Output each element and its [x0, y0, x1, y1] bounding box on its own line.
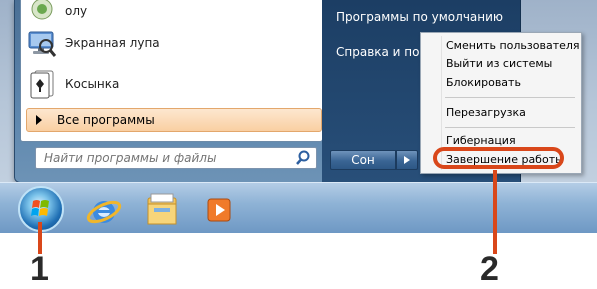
expand-arrow-icon: [36, 115, 42, 125]
windows-explorer-icon[interactable]: [140, 190, 184, 230]
all-programs-button[interactable]: Все программы: [26, 108, 322, 132]
start-menu-programs-pane: олу Экранная лупа Косынка Все программы: [20, 0, 323, 142]
search-input[interactable]: [42, 150, 276, 166]
callout-number-2: 2: [480, 250, 499, 288]
start-menu: олу Экранная лупа Косынка Все программы …: [14, 0, 336, 183]
callout-pointer-2: [493, 170, 497, 254]
shutdown-highlight-ring: [433, 147, 564, 169]
internet-explorer-icon[interactable]: [82, 190, 126, 230]
program-label: олу: [65, 4, 88, 18]
menu-item-restart[interactable]: Перезагрузка: [446, 106, 526, 119]
menu-item-switch-user[interactable]: Сменить пользователя: [446, 39, 580, 52]
callout-number-1: 1: [30, 250, 49, 288]
search-icon[interactable]: [294, 149, 312, 167]
program-item-solitaire[interactable]: Косынка: [27, 67, 119, 101]
default-programs-link[interactable]: Программы по умолчанию: [336, 10, 503, 24]
solitaire-icon: [27, 69, 57, 99]
partial-app-icon: [27, 0, 57, 26]
menu-item-log-off[interactable]: Выйти из системы: [446, 57, 552, 70]
program-label: Косынка: [65, 77, 120, 91]
program-item-magnifier[interactable]: Экранная лупа: [27, 26, 160, 60]
media-player-icon[interactable]: [198, 190, 242, 230]
menu-separator: [445, 97, 575, 98]
menu-separator: [445, 127, 575, 128]
magnifier-icon: [27, 28, 57, 58]
all-programs-label: Все программы: [57, 113, 155, 127]
menu-item-hibernate[interactable]: Гибернация: [446, 134, 516, 147]
sleep-button[interactable]: Сон: [330, 150, 396, 170]
search-box[interactable]: [35, 147, 317, 169]
program-item-partial[interactable]: олу: [27, 0, 87, 28]
chevron-right-icon: [404, 156, 410, 164]
power-options-arrow-button[interactable]: [396, 150, 418, 170]
menu-item-lock[interactable]: Блокировать: [446, 76, 521, 89]
program-label: Экранная лупа: [65, 36, 160, 50]
